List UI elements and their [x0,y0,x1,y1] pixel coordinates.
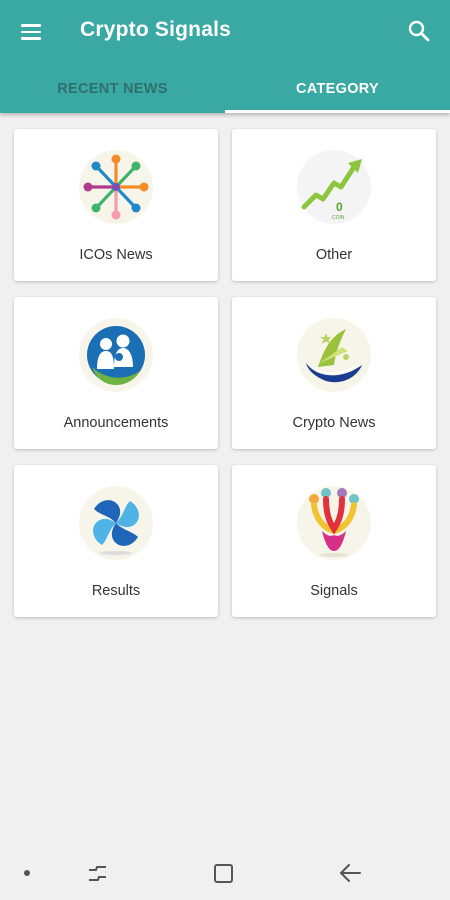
search-icon[interactable] [406,18,432,44]
category-card-icos-news[interactable]: ICOs News [14,129,218,281]
other-icon-caption: COIN [332,215,345,221]
tab-bar: RECENT NEWS CATEGORY [0,65,450,113]
back-icon[interactable] [336,860,364,888]
category-label: Other [315,247,353,263]
category-card-other[interactable]: 0 COIN Other [232,129,436,281]
people-circle-icon [78,149,154,225]
family-icon [78,317,154,393]
home-icon[interactable] [210,860,238,888]
category-label: ICOs News [79,247,153,263]
app-title: Crypto Signals [80,18,231,41]
hand-star-icon [296,317,372,393]
nav-dot-icon [24,870,30,876]
hamburger-menu-icon[interactable] [19,21,45,43]
app-bar: Crypto Signals RECENT NEWS CATEGORY [0,0,450,113]
category-label: Signals [310,583,358,599]
category-label: Results [91,583,141,599]
tab-recent-news[interactable]: RECENT NEWS [0,65,225,113]
tab-label: CATEGORY [296,81,379,97]
system-nav-bar [0,848,450,900]
category-card-results[interactable]: Results [14,465,218,617]
figures-heart-icon [296,485,372,561]
recent-apps-icon[interactable] [84,860,112,888]
category-label: Crypto News [292,415,376,431]
tab-label: RECENT NEWS [57,81,168,97]
tab-indicator [225,110,450,113]
other-icon-number: 0 [336,200,343,214]
category-card-announcements[interactable]: Announcements [14,297,218,449]
swirl-icon [78,485,154,561]
category-card-signals[interactable]: Signals [232,465,436,617]
growth-chart-icon: 0 COIN [296,149,372,225]
category-label: Announcements [63,415,169,431]
category-card-crypto-news[interactable]: Crypto News [232,297,436,449]
tab-category[interactable]: CATEGORY [225,65,450,113]
